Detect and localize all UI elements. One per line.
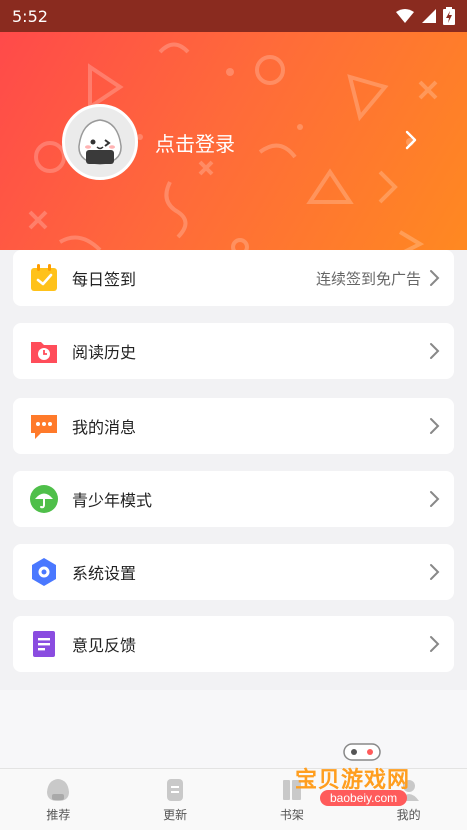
menu-item-daily-checkin[interactable]: 每日签到 连续签到免广告 xyxy=(13,250,454,306)
menu-label: 我的消息 xyxy=(72,418,137,437)
gamepad-icon xyxy=(343,743,381,761)
profile-header: 点击登录 xyxy=(0,32,467,272)
settings-icon xyxy=(29,557,59,587)
menu-label: 意见反馈 xyxy=(72,636,137,655)
nav-tab-recommend[interactable]: 推荐 xyxy=(0,769,117,830)
menu-label: 青少年模式 xyxy=(72,491,153,510)
chevron-right-icon xyxy=(430,491,440,507)
watermark: 宝贝游戏网 baobeiy.com xyxy=(290,740,440,820)
menu-item-feedback[interactable]: 意见反馈 xyxy=(13,616,454,672)
chevron-right-icon[interactable] xyxy=(400,128,422,152)
menu-label: 系统设置 xyxy=(72,564,137,583)
message-icon xyxy=(29,411,59,441)
checkin-hint: 连续签到免广告 xyxy=(315,269,421,288)
umbrella-icon xyxy=(29,484,59,514)
menu-item-reading-history[interactable]: 阅读历史 xyxy=(13,323,454,379)
status-bar: 5:52 xyxy=(0,0,467,32)
chevron-right-icon xyxy=(430,270,440,286)
feedback-icon xyxy=(29,629,59,659)
chevron-right-icon xyxy=(430,564,440,580)
menu-label: 阅读历史 xyxy=(72,343,137,362)
recommend-icon xyxy=(47,779,70,801)
menu-item-my-messages[interactable]: 我的消息 xyxy=(13,398,454,454)
nav-label: 更新 xyxy=(163,808,188,822)
chevron-right-icon xyxy=(430,418,440,434)
battery-icon xyxy=(443,7,455,25)
status-time: 5:52 xyxy=(12,6,48,26)
avatar[interactable] xyxy=(62,104,138,180)
signal-icon xyxy=(422,9,436,23)
update-icon xyxy=(167,779,184,801)
menu-label: 每日签到 xyxy=(72,270,137,289)
login-link[interactable]: 点击登录 xyxy=(155,128,235,157)
nav-label: 推荐 xyxy=(46,808,71,822)
wifi-icon xyxy=(396,9,414,23)
chevron-right-icon xyxy=(430,636,440,652)
menu-item-teen-mode[interactable]: 青少年模式 xyxy=(13,471,454,527)
menu-item-system-settings[interactable]: 系统设置 xyxy=(13,544,454,600)
nav-tab-update[interactable]: 更新 xyxy=(117,769,234,830)
watermark-url: baobeiy.com xyxy=(320,790,408,806)
history-folder-icon xyxy=(29,336,59,366)
status-icons xyxy=(395,7,455,25)
chevron-right-icon xyxy=(430,343,440,359)
rice-ball-avatar-icon xyxy=(78,119,122,165)
calendar-check-icon xyxy=(29,263,59,293)
